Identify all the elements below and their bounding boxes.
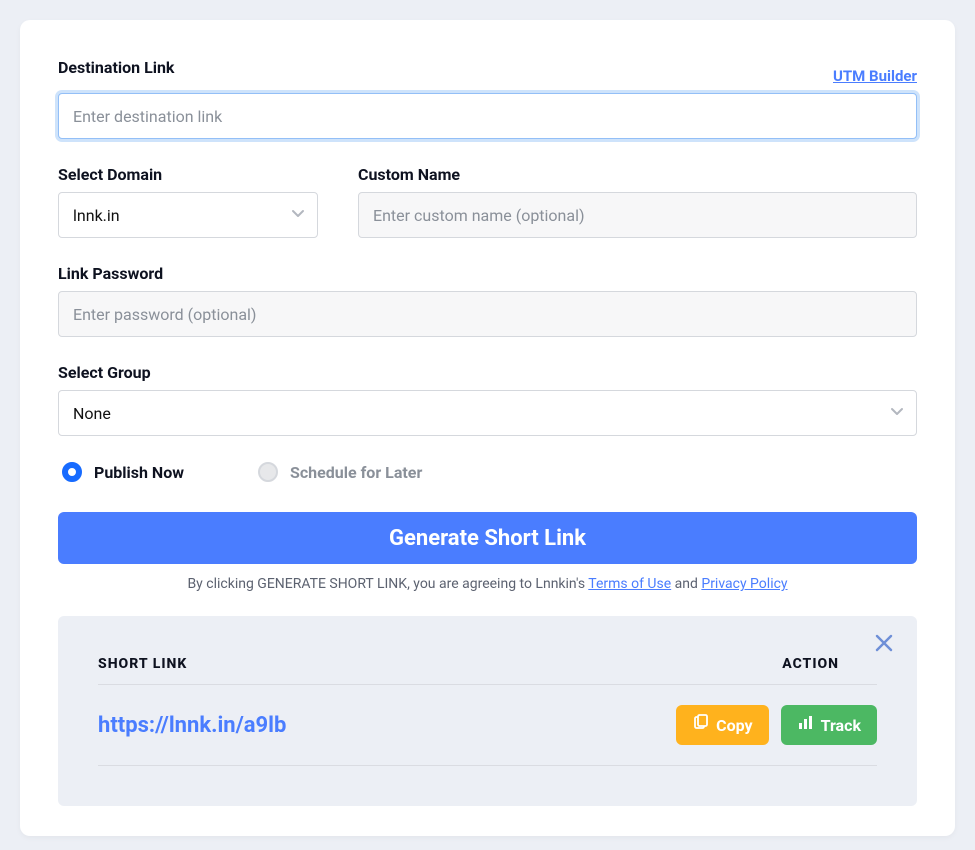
radio-schedule-later[interactable]: Schedule for Later — [258, 462, 422, 482]
domain-select[interactable] — [58, 192, 318, 238]
copy-button[interactable]: Copy — [676, 705, 768, 745]
disclaimer-text: By clicking GENERATE SHORT LINK, you are… — [58, 576, 917, 592]
domain-select-wrap — [58, 192, 318, 238]
track-button[interactable]: Track — [781, 705, 877, 745]
destination-label: Destination Link — [58, 58, 174, 77]
chart-icon — [797, 714, 815, 736]
disclaimer-pre: By clicking GENERATE SHORT LINK, you are… — [187, 576, 588, 592]
group-field: Select Group — [58, 363, 917, 436]
close-icon[interactable] — [873, 632, 895, 658]
result-row: https://lnnk.in/a9lb Copy Track — [98, 685, 877, 766]
custom-name-col: Custom Name — [358, 165, 917, 238]
track-label: Track — [821, 716, 861, 735]
destination-input[interactable] — [58, 93, 917, 139]
schedule-later-label: Schedule for Later — [290, 463, 422, 482]
group-select[interactable] — [58, 390, 917, 436]
password-group: Link Password — [58, 264, 917, 337]
utm-builder-link[interactable]: UTM Builder — [833, 67, 917, 85]
password-input[interactable] — [58, 291, 917, 337]
result-header: SHORT LINK ACTION — [98, 656, 877, 685]
radio-dot-selected-icon — [62, 462, 82, 482]
custom-name-input[interactable] — [358, 192, 917, 238]
action-buttons: Copy Track — [676, 705, 877, 745]
password-label: Link Password — [58, 264, 917, 283]
domain-col: Select Domain — [58, 165, 318, 238]
disclaimer-and: and — [675, 576, 702, 592]
result-box: SHORT LINK ACTION https://lnnk.in/a9lb C… — [58, 616, 917, 806]
short-link-header: SHORT LINK — [98, 656, 187, 672]
privacy-link[interactable]: Privacy Policy — [701, 576, 787, 592]
action-header: ACTION — [782, 656, 877, 672]
custom-name-label: Custom Name — [358, 165, 917, 184]
radio-dot-icon — [258, 462, 278, 482]
publish-radio-row: Publish Now Schedule for Later — [58, 462, 917, 482]
publish-now-label: Publish Now — [94, 463, 184, 482]
copy-label: Copy — [716, 716, 752, 735]
radio-publish-now[interactable]: Publish Now — [62, 462, 184, 482]
group-select-wrap — [58, 390, 917, 436]
generate-button[interactable]: Generate Short Link — [58, 512, 917, 564]
link-form-card: Destination Link UTM Builder Select Doma… — [20, 20, 955, 836]
group-label: Select Group — [58, 363, 917, 382]
copy-icon — [692, 714, 710, 736]
domain-label: Select Domain — [58, 165, 318, 184]
destination-header: Destination Link UTM Builder — [58, 58, 917, 85]
terms-link[interactable]: Terms of Use — [588, 576, 671, 592]
domain-customname-row: Select Domain Custom Name — [58, 165, 917, 238]
short-link-value[interactable]: https://lnnk.in/a9lb — [98, 713, 286, 738]
